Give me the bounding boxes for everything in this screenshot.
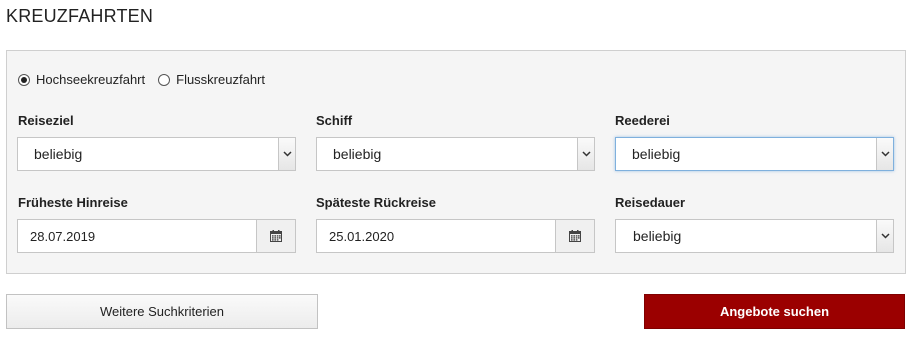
cruise-type-radio-group: Hochseekreuzfahrt Flusskreuzfahrt — [18, 72, 278, 87]
reisedauer-label: Reisedauer — [615, 195, 686, 210]
schiff-label: Schiff — [316, 113, 353, 128]
rueckreise-date-field — [316, 219, 595, 253]
calendar-icon[interactable] — [555, 220, 594, 252]
radio-circle[interactable] — [158, 73, 171, 86]
calendar-icon[interactable] — [256, 220, 295, 252]
hinreise-input[interactable] — [18, 220, 256, 252]
hinreise-label: Früheste Hinreise — [18, 195, 128, 210]
rueckreise-input[interactable] — [317, 220, 555, 252]
reederei-select[interactable]: beliebig — [615, 137, 894, 171]
chevron-down-icon[interactable] — [278, 138, 295, 170]
radio-hochseekreuzfahrt[interactable]: Hochseekreuzfahrt — [18, 72, 145, 87]
chevron-down-icon[interactable] — [876, 220, 893, 252]
search-panel: Hochseekreuzfahrt Flusskreuzfahrt Reisez… — [6, 50, 906, 274]
rueckreise-label: Späteste Rückreise — [316, 195, 436, 210]
reisedauer-value: beliebig — [633, 228, 682, 244]
reisedauer-select[interactable]: beliebig — [615, 219, 894, 253]
reiseziel-value: beliebig — [34, 146, 83, 162]
radio-label: Hochseekreuzfahrt — [36, 72, 146, 87]
reiseziel-label: Reiseziel — [18, 113, 74, 128]
schiff-select[interactable]: beliebig — [316, 137, 595, 171]
reederei-value: beliebig — [632, 146, 681, 162]
reiseziel-select[interactable]: beliebig — [17, 137, 296, 171]
page-title: KREUZFAHRTEN — [6, 6, 154, 26]
chevron-down-icon[interactable] — [577, 138, 594, 170]
more-criteria-button[interactable]: Weitere Suchkriterien — [6, 294, 318, 329]
radio-flusskreuzfahrt[interactable]: Flusskreuzfahrt — [158, 72, 265, 87]
schiff-value: beliebig — [333, 146, 382, 162]
hinreise-date-field — [17, 219, 296, 253]
search-offers-button[interactable]: Angebote suchen — [644, 294, 905, 329]
radio-label: Flusskreuzfahrt — [176, 72, 265, 87]
radio-circle-checked[interactable] — [18, 73, 30, 86]
chevron-down-icon[interactable] — [876, 138, 893, 170]
reederei-label: Reederei — [615, 113, 670, 128]
